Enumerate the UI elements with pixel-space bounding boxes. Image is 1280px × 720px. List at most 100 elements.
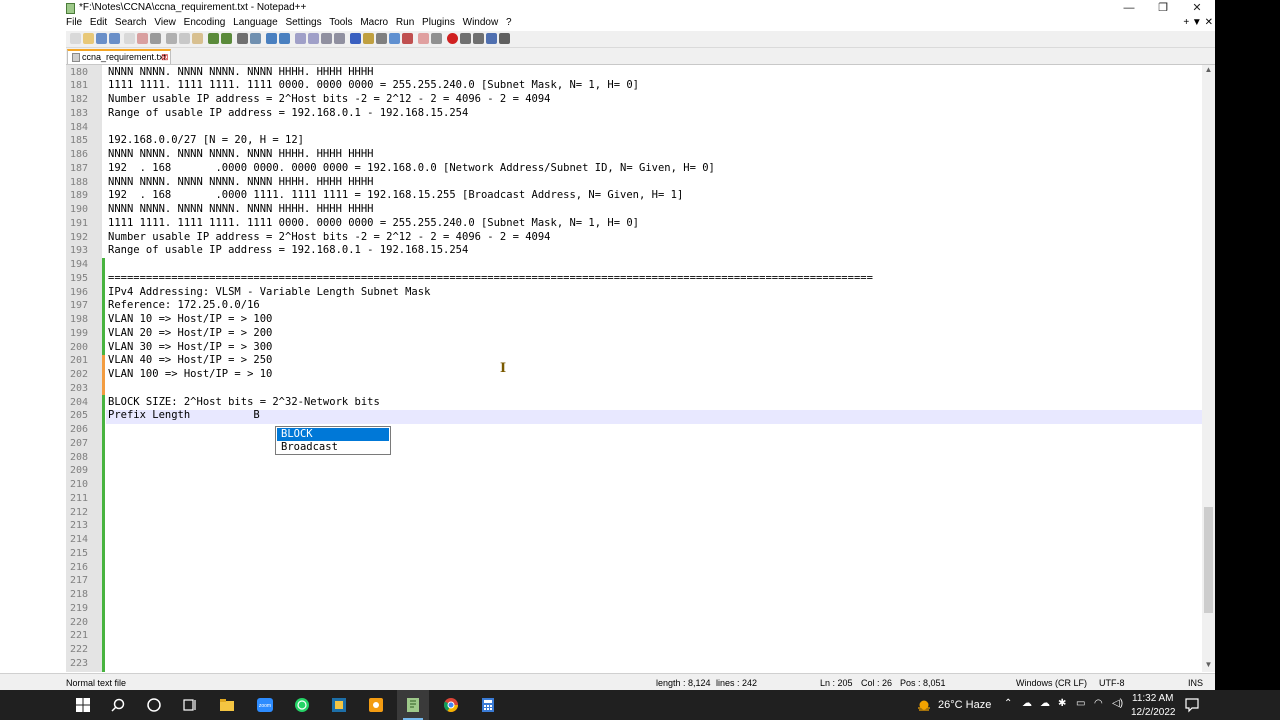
notification-icon[interactable]	[1184, 697, 1200, 713]
editor-line[interactable]: ========================================…	[108, 272, 873, 286]
paste-icon[interactable]	[192, 33, 203, 44]
scroll-up-icon[interactable]: ▲	[1202, 65, 1215, 74]
new-file-icon[interactable]	[70, 33, 81, 44]
save-icon[interactable]	[96, 33, 107, 44]
open-file-icon[interactable]	[83, 33, 94, 44]
task-view-icon[interactable]	[182, 697, 198, 713]
app-icon[interactable]	[331, 697, 347, 713]
show-hidden-icons-icon[interactable]: ⌃	[1004, 698, 1012, 709]
editor-area[interactable]: 180 181 182 183 184 185 186 187 188 189 190 191 192 1…	[66, 65, 1202, 672]
record-macro-icon[interactable]	[447, 33, 458, 44]
clock-date[interactable]: 12/2/2022	[1131, 707, 1176, 718]
menu-encoding[interactable]: Encoding	[184, 17, 226, 28]
zoom-out-icon[interactable]	[279, 33, 290, 44]
editor-line[interactable]: Prefix Length B	[108, 409, 260, 423]
menu-settings[interactable]: Settings	[285, 17, 321, 28]
whatsapp-icon[interactable]	[294, 697, 310, 713]
search-icon[interactable]	[110, 697, 126, 713]
editor-line[interactable]: 192.168.0.0/27 [N = 20, H = 12]	[108, 134, 304, 148]
editor-line[interactable]: 192 . 168 .0000 0000. 0000 0000 = 192.16…	[108, 162, 715, 176]
editor-line[interactable]: NNNN NNNN. NNNN NNNN. NNNN HHHH. HHHH HH…	[108, 148, 374, 162]
weather-icon[interactable]	[916, 697, 932, 713]
autocomplete-list[interactable]: BLOCK Broadcast	[275, 426, 391, 455]
show-all-chars-icon[interactable]	[334, 33, 345, 44]
word-wrap-icon[interactable]	[321, 33, 332, 44]
editor-line[interactable]: VLAN 20 => Host/IP = > 200	[108, 327, 272, 341]
editor-line[interactable]: NNNN NNNN. NNNN NNNN. NNNN HHHH. HHHH HH…	[108, 66, 374, 80]
onedrive-icon[interactable]: ☁	[1022, 698, 1032, 709]
windows-start-icon[interactable]	[75, 697, 91, 713]
language-icon[interactable]	[363, 33, 374, 44]
editor-line[interactable]: Number usable IP address = 2^Host bits -…	[108, 231, 551, 245]
editor-line[interactable]: Reference: 172.25.0.0/16	[108, 299, 260, 313]
menu-edit[interactable]: Edit	[90, 17, 107, 28]
cortana-icon[interactable]	[146, 697, 162, 713]
find-icon[interactable]	[237, 33, 248, 44]
zoom-in-icon[interactable]	[266, 33, 277, 44]
menu-help[interactable]: ?	[506, 17, 512, 28]
clock-time[interactable]: 11:32 AM	[1132, 693, 1174, 704]
menu-right-controls[interactable]: + ▼ ✕	[1183, 17, 1213, 28]
editor-line[interactable]: 192 . 168 .0000 1111. 1111 1111 = 192.16…	[108, 189, 683, 203]
menu-search[interactable]: Search	[115, 17, 147, 28]
menu-tools[interactable]: Tools	[329, 17, 352, 28]
undo-icon[interactable]	[208, 33, 219, 44]
file-explorer-icon[interactable]	[219, 697, 235, 713]
menu-run[interactable]: Run	[396, 17, 414, 28]
scroll-down-icon[interactable]: ▼	[1202, 660, 1215, 669]
indent-guide-icon[interactable]	[350, 33, 361, 44]
stop-macro-icon[interactable]	[460, 33, 471, 44]
menu-macro[interactable]: Macro	[360, 17, 388, 28]
tab-close-icon[interactable]: ⊠	[161, 51, 169, 63]
bluetooth-icon[interactable]: ✱	[1058, 698, 1066, 709]
volume-icon[interactable]: ◁)	[1112, 698, 1123, 709]
editor-line[interactable]: NNNN NNNN. NNNN NNNN. NNNN HHHH. HHHH HH…	[108, 176, 374, 190]
scrollbar-thumb[interactable]	[1204, 507, 1213, 613]
editor-line[interactable]: VLAN 30 => Host/IP = > 300	[108, 341, 272, 355]
status-encoding[interactable]: UTF-8	[1099, 678, 1125, 688]
close-all-icon[interactable]	[137, 33, 148, 44]
calculator-icon[interactable]	[480, 697, 496, 713]
editor-line[interactable]: NNNN NNNN. NNNN NNNN. NNNN HHHH. HHHH HH…	[108, 203, 374, 217]
doc-map-icon[interactable]	[376, 33, 387, 44]
monitoring-icon[interactable]	[418, 33, 429, 44]
editor-line[interactable]: Range of usable IP address = 192.168.0.1…	[108, 244, 468, 258]
cut-icon[interactable]	[166, 33, 177, 44]
editor-line[interactable]: Number usable IP address = 2^Host bits -…	[108, 93, 551, 107]
function-list-icon[interactable]	[389, 33, 400, 44]
close-file-icon[interactable]	[124, 33, 135, 44]
cloud-icon[interactable]: ☁	[1040, 698, 1050, 709]
close-button[interactable]: ✕	[1180, 0, 1214, 17]
tab-ccna-requirement[interactable]: ccna_requirement.txt ⊠	[67, 49, 171, 64]
editor-line[interactable]: Range of usable IP address = 192.168.0.1…	[108, 107, 468, 121]
editor-line[interactable]: VLAN 100 => Host/IP = > 10	[108, 368, 272, 382]
run-macro-multiple-icon[interactable]	[486, 33, 497, 44]
minimize-button[interactable]: —	[1112, 0, 1146, 17]
status-eol[interactable]: Windows (CR LF)	[1016, 678, 1087, 688]
autocomplete-item-broadcast[interactable]: Broadcast	[277, 441, 389, 454]
save-macro-icon[interactable]	[499, 33, 510, 44]
autocomplete-item-block[interactable]: BLOCK	[277, 428, 389, 441]
editor-line[interactable]: 1111 1111. 1111 1111. 1111 0000. 0000 00…	[108, 217, 639, 231]
sync-vertical-icon[interactable]	[295, 33, 306, 44]
notepadpp-icon[interactable]	[405, 697, 421, 713]
menu-window[interactable]: Window	[463, 17, 499, 28]
menu-view[interactable]: View	[154, 17, 176, 28]
vertical-scrollbar[interactable]: ▲ ▼	[1202, 65, 1215, 672]
menu-language[interactable]: Language	[233, 17, 278, 28]
editor-line[interactable]: BLOCK SIZE: 2^Host bits = 2^32-Network b…	[108, 396, 380, 410]
editor-line[interactable]: IPv4 Addressing: VLSM - Variable Length …	[108, 286, 430, 300]
replace-icon[interactable]	[250, 33, 261, 44]
play-macro-icon[interactable]	[473, 33, 484, 44]
view-icon[interactable]	[431, 33, 442, 44]
status-insert-mode[interactable]: INS	[1188, 678, 1203, 688]
redo-icon[interactable]	[221, 33, 232, 44]
maximize-button[interactable]: ❐	[1146, 0, 1180, 17]
sync-horizontal-icon[interactable]	[308, 33, 319, 44]
save-all-icon[interactable]	[109, 33, 120, 44]
copy-icon[interactable]	[179, 33, 190, 44]
chrome-icon[interactable]	[443, 697, 459, 713]
wifi-icon[interactable]: ◠	[1094, 698, 1103, 709]
app-icon-2[interactable]	[368, 697, 384, 713]
battery-icon[interactable]: ▭	[1076, 698, 1085, 709]
